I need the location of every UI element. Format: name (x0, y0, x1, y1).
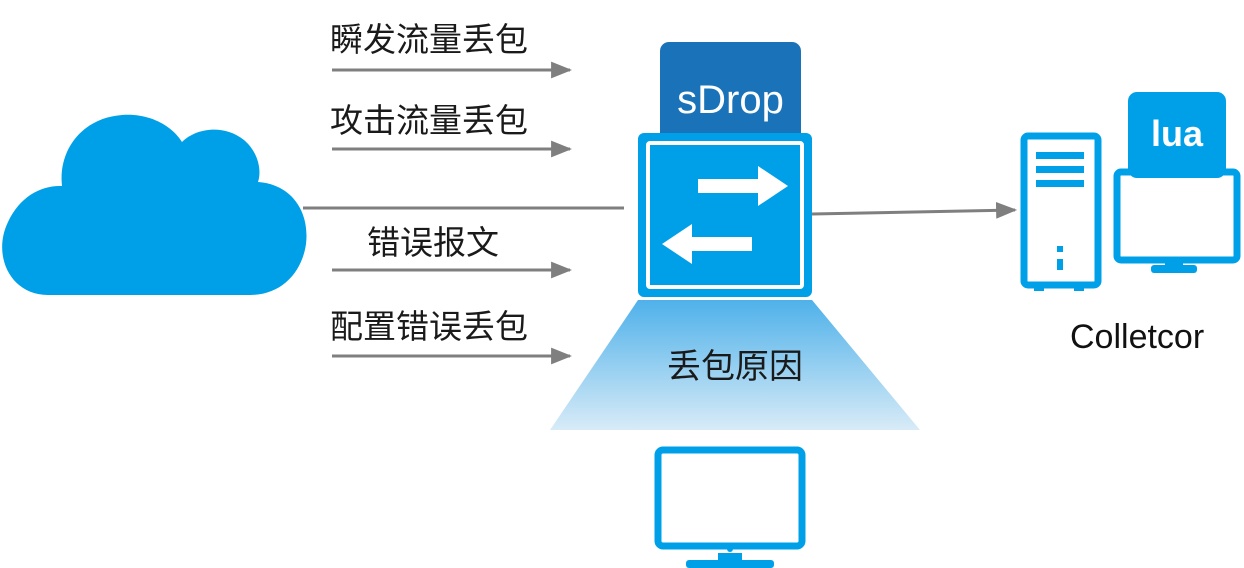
flow-label-attack-drop: 攻击流量丢包 (330, 101, 528, 140)
sdrop-title: sDrop (677, 78, 784, 122)
collector-monitor-icon (1113, 168, 1241, 273)
switch-icon (638, 133, 812, 297)
flow-label-error-packet: 错误报文 (367, 223, 499, 262)
collector-label: Colletcor (1070, 318, 1205, 356)
drop-reason-label: 丢包原因 (667, 347, 803, 387)
monitor-icon (654, 446, 806, 568)
cloud-icon (2, 114, 307, 295)
drop-diagram (2, 42, 1241, 568)
flow-label-config-drop: 配置错误丢包 (330, 307, 528, 346)
server-icon (1020, 132, 1102, 291)
lua-title: lua (1150, 113, 1203, 154)
collector-link-arrow (811, 201, 1018, 219)
flow-label-burst-drop: 瞬发流量丢包 (330, 20, 528, 59)
